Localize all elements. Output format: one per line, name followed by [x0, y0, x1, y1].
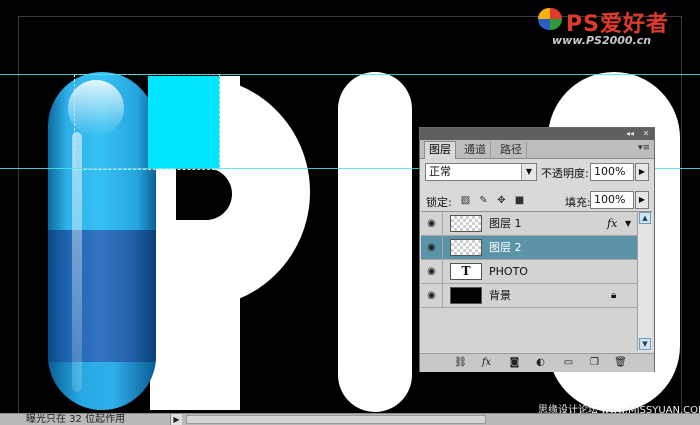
panel-titlebar[interactable]: ◂◂ ✕	[420, 128, 654, 140]
lock-position-icon[interactable]: ✥	[496, 195, 507, 206]
eye-icon[interactable]: ◉	[421, 212, 443, 235]
layer-name: 背景	[489, 289, 511, 302]
layer-name: PHOTO	[489, 265, 528, 278]
layer-row[interactable]: ◉ 图层 1 fx ▼	[421, 212, 637, 236]
text-layer-thumbnail: T	[450, 263, 482, 280]
lock-icon: 🔒︎	[611, 290, 617, 301]
marquee-selection[interactable]	[74, 74, 220, 170]
logo-url: www.PS2000.cn	[552, 34, 652, 47]
layer-row[interactable]: ◉ T PHOTO	[421, 260, 637, 284]
layers-panel: ◂◂ ✕ 图层 通道 路径 ▾≡ 正常 ▼ 不透明度: 100% ▶ 锁定: ▨…	[419, 127, 655, 372]
eye-icon[interactable]: ◉	[421, 284, 443, 307]
blend-mode-value: 正常	[429, 165, 451, 178]
new-layer-icon[interactable]: ❐	[588, 357, 601, 369]
collapse-panel-icon[interactable]: ◂◂	[624, 129, 636, 139]
logo-mark-icon	[538, 8, 562, 30]
status-text: 曝光只在 32 位起作用	[26, 414, 126, 425]
capsule-bottom-cap	[48, 362, 156, 410]
layer-thumbnail	[450, 215, 482, 232]
blend-mode-select[interactable]: 正常 ▼	[425, 163, 537, 181]
layer-row-selected[interactable]: ◉ 图层 2	[421, 236, 637, 260]
folder-icon[interactable]: ▭	[562, 357, 575, 369]
fill-slider-arrow-icon[interactable]: ▶	[635, 191, 649, 209]
layer-name: 图层 1	[489, 217, 522, 230]
adjustment-icon[interactable]: ◐	[534, 357, 547, 369]
eye-icon[interactable]: ◉	[421, 236, 443, 259]
expand-effects-icon[interactable]: ▼	[625, 212, 631, 235]
chevron-down-icon[interactable]: ▼	[521, 164, 536, 180]
fill-label: 填充:	[565, 196, 591, 209]
layer-thumbnail	[450, 239, 482, 256]
scroll-up-icon[interactable]: ▲	[639, 212, 651, 224]
letter-h-stem	[338, 72, 412, 412]
status-menu-arrow-icon[interactable]: ▶	[170, 414, 182, 425]
trash-icon[interactable]: 🗑︎	[614, 357, 627, 369]
fx-badge-icon[interactable]: fx	[607, 212, 617, 235]
canvas-edge	[18, 16, 19, 414]
site-logo: PS爱好者 www.PS2000.cn	[536, 4, 696, 50]
tab-layers[interactable]: 图层	[424, 141, 456, 159]
layer-thumbnail	[450, 287, 482, 304]
lock-label: 锁定:	[426, 196, 452, 209]
opacity-input[interactable]: 100%	[590, 163, 634, 181]
lock-all-icon[interactable]: ■	[514, 195, 525, 206]
eye-icon[interactable]: ◉	[421, 260, 443, 283]
capsule-streak	[72, 132, 82, 392]
fill-input[interactable]: 100%	[590, 191, 634, 209]
letter-p-counter	[176, 168, 232, 220]
lock-image-icon[interactable]: ✎	[478, 195, 489, 206]
canvas-edge	[681, 16, 682, 414]
panel-bottom-toolbar: ⛓ fx ◙ ◐ ▭ ❐ 🗑︎	[420, 353, 654, 372]
fx-icon[interactable]: fx	[480, 357, 493, 369]
status-bar: 曝光只在 32 位起作用 ▶	[0, 413, 700, 425]
tab-channels[interactable]: 通道	[460, 142, 491, 158]
guide-line[interactable]	[0, 74, 700, 75]
panel-menu-icon[interactable]: ▾≡	[638, 143, 650, 153]
horizontal-scrollbar[interactable]	[186, 415, 486, 424]
layer-name: 图层 2	[489, 241, 522, 254]
close-panel-icon[interactable]: ✕	[640, 129, 652, 139]
layer-row[interactable]: ◉ 背景 🔒︎	[421, 284, 637, 308]
link-icon[interactable]: ⛓	[454, 357, 467, 369]
layer-list-scrollbar[interactable]: ▲ ▼	[637, 211, 652, 351]
mask-icon[interactable]: ◙	[508, 357, 521, 369]
opacity-label: 不透明度:	[541, 167, 589, 180]
panel-tabs: 图层 通道 路径 ▾≡	[420, 140, 654, 159]
tab-paths[interactable]: 路径	[496, 142, 527, 158]
opacity-slider-arrow-icon[interactable]: ▶	[635, 163, 649, 181]
lock-transparent-icon[interactable]: ▨	[460, 195, 471, 206]
layer-list: ◉ 图层 1 fx ▼ ◉ 图层 2 ◉ T PHOTO ◉ 背景 🔒︎	[421, 211, 637, 352]
scroll-down-icon[interactable]: ▼	[639, 338, 651, 350]
